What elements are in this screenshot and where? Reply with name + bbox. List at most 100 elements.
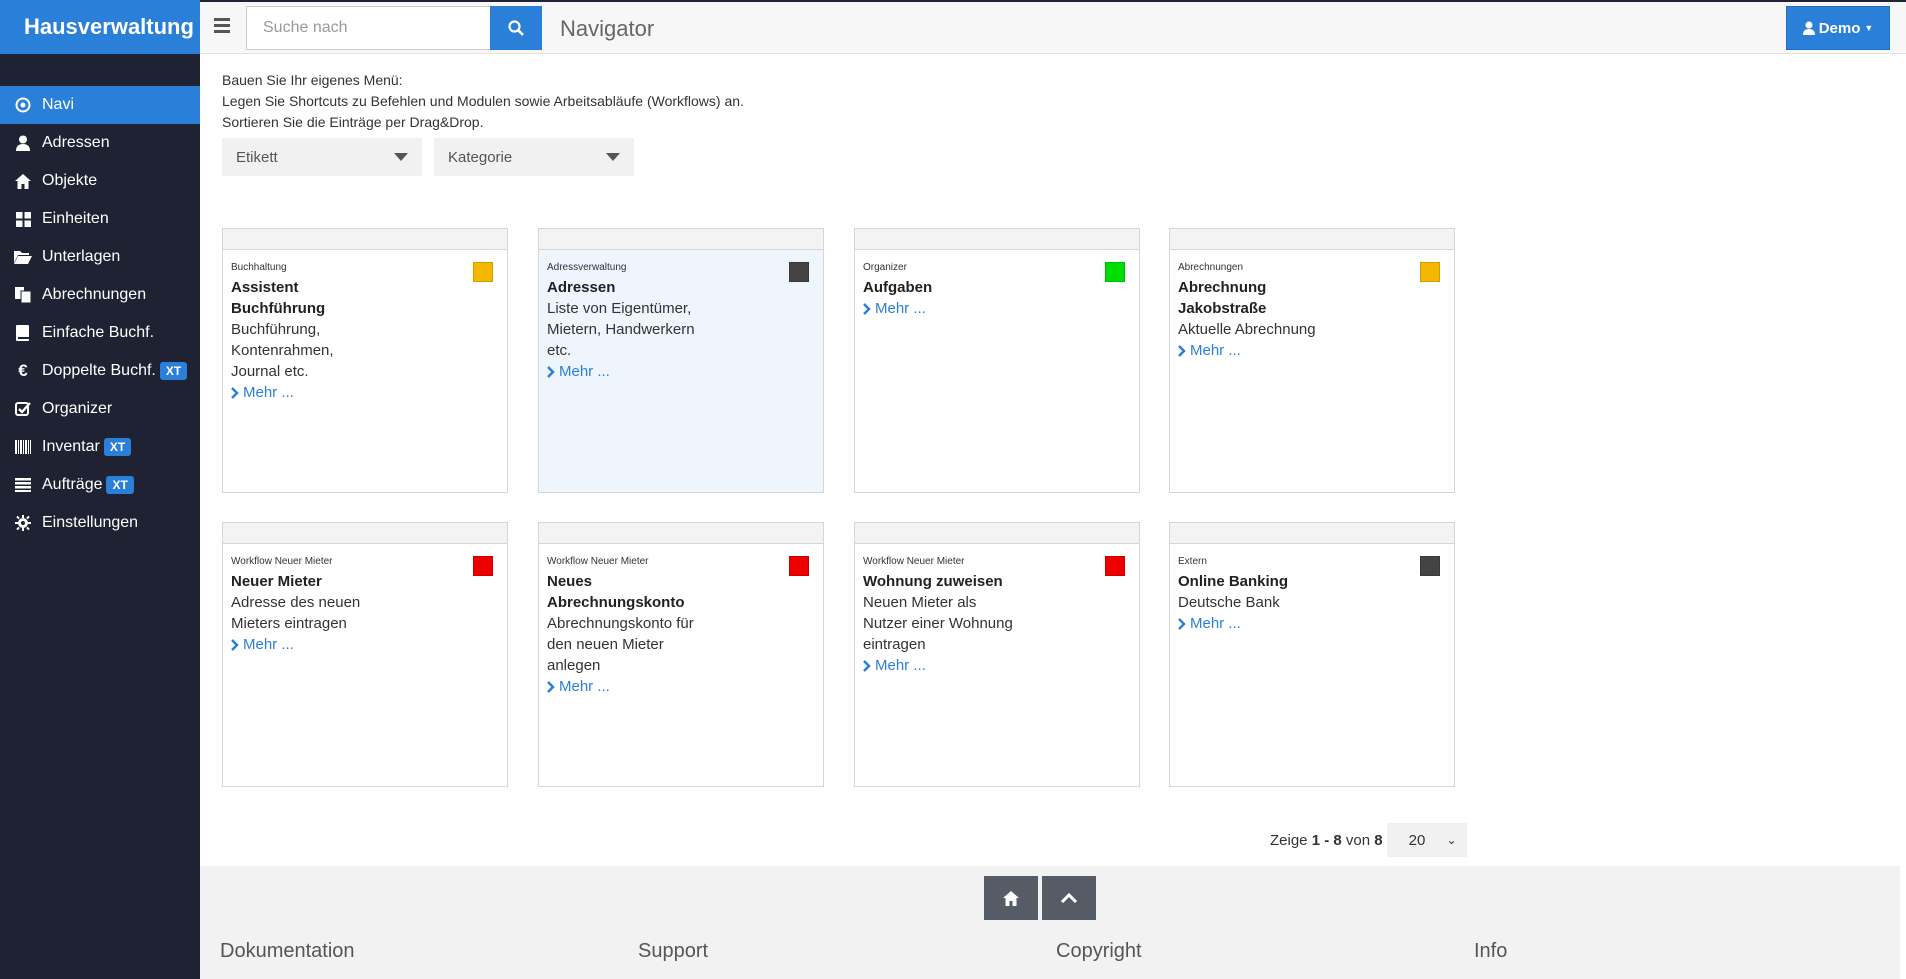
card-description: Buchführung, Kontenrahmen, Journal etc. bbox=[231, 321, 334, 380]
navigator-card[interactable]: Workflow Neuer Mieter Neuer Mieter Adresse… bbox=[222, 522, 508, 787]
intro-line: Legen Sie Shortcuts zu Befehlen und Modu… bbox=[222, 93, 744, 109]
sidebar-item-einstellungen[interactable]: Einstellungen bbox=[0, 504, 200, 542]
chevron-right-icon bbox=[1178, 344, 1186, 357]
card-description: Deutsche Bank bbox=[1178, 594, 1280, 611]
scroll-top-button[interactable] bbox=[1042, 876, 1096, 920]
card-drag-handle[interactable] bbox=[855, 523, 1139, 544]
card-body: Workflow Neuer Mieter Wohnung zuweisen Neu… bbox=[855, 544, 1139, 676]
card-title[interactable]: Online Banking bbox=[1178, 571, 1328, 592]
sidebar-item-unterlagen[interactable]: Unterlagen bbox=[0, 238, 200, 276]
card-description: Abrechnungskonto für den neuen Mieter an… bbox=[547, 615, 694, 674]
card-more-link[interactable]: Mehr ... bbox=[863, 298, 1131, 319]
navigator-card[interactable]: Extern Online Banking Deutsche Bank Mehr ..… bbox=[1169, 522, 1455, 787]
card-more-link[interactable]: Mehr ... bbox=[231, 382, 499, 403]
sidebar-item-doppelte-buchf[interactable]: € Doppelte Buchf. XT bbox=[0, 352, 200, 390]
card-title[interactable]: Neuer Mieter bbox=[231, 571, 381, 592]
card-category: Abrechnungen bbox=[1178, 262, 1244, 273]
card-category: Buchhaltung bbox=[231, 262, 287, 273]
navigator-card[interactable]: Organizer Aufgaben Mehr ... bbox=[854, 228, 1140, 493]
more-label: Mehr ... bbox=[243, 384, 294, 401]
chevron-right-icon bbox=[231, 386, 239, 399]
kategorie-dropdown[interactable]: Kategorie bbox=[434, 138, 634, 176]
barcode-icon bbox=[14, 438, 32, 456]
card-body: Adressverwaltung Adressen Liste von Eigent… bbox=[539, 250, 823, 382]
sidebar-item-einfache-buchf[interactable]: Einfache Buchf. bbox=[0, 314, 200, 352]
card-drag-handle[interactable] bbox=[223, 523, 507, 544]
card-drag-handle[interactable] bbox=[539, 523, 823, 544]
card-category: Workflow Neuer Mieter bbox=[547, 556, 649, 567]
card-drag-handle[interactable] bbox=[539, 229, 823, 250]
sidebar-item-navi[interactable]: Navi bbox=[0, 86, 200, 124]
intro-text: Bauen Sie Ihr eigenes Menü: Legen Sie Sh… bbox=[222, 70, 744, 133]
card-drag-handle[interactable] bbox=[855, 229, 1139, 250]
more-label: Mehr ... bbox=[559, 363, 610, 380]
card-category: Workflow Neuer Mieter bbox=[231, 556, 333, 567]
sidebar-item-abrechnungen[interactable]: Abrechnungen bbox=[0, 276, 200, 314]
sidebar-item-label: Abrechnungen bbox=[42, 286, 147, 303]
footer-support[interactable]: Support bbox=[638, 940, 708, 963]
more-label: Mehr ... bbox=[1190, 342, 1241, 359]
card-category: Workflow Neuer Mieter bbox=[863, 556, 965, 567]
card-color-swatch bbox=[1105, 556, 1125, 576]
card-color-swatch bbox=[473, 556, 493, 576]
sidebar-item-inventar[interactable]: Inventar XT bbox=[0, 428, 200, 466]
user-menu-button[interactable]: Demo ▼ bbox=[1786, 6, 1890, 50]
pager-from: 1 bbox=[1311, 831, 1321, 849]
sidebar-item-auftraege[interactable]: Aufträge XT bbox=[0, 466, 200, 504]
target-icon bbox=[14, 96, 32, 114]
card-title[interactable]: Adressen bbox=[547, 277, 697, 298]
sidebar-item-label: Einfache Buchf. bbox=[42, 324, 155, 341]
card-drag-handle[interactable] bbox=[223, 229, 507, 250]
footer-dokumentation[interactable]: Dokumentation bbox=[220, 940, 355, 963]
sidebar-item-objekte[interactable]: Objekte bbox=[0, 162, 200, 200]
pager-of: von bbox=[1345, 831, 1371, 849]
card-category: Extern bbox=[1178, 556, 1207, 567]
app-title[interactable]: Hausverwaltung bbox=[0, 0, 200, 54]
page-size-select[interactable]: 20 ⌄ bbox=[1386, 823, 1467, 857]
card-more-link[interactable]: Mehr ... bbox=[863, 655, 1131, 676]
card-more-link[interactable]: Mehr ... bbox=[547, 361, 815, 382]
card-description: Neuen Mieter als Nutzer einer Wohnung ei… bbox=[863, 594, 1013, 653]
search-button[interactable] bbox=[490, 6, 542, 50]
navigator-card[interactable]: Workflow Neuer Mieter Wohnung zuweisen Neu… bbox=[854, 522, 1140, 787]
intro-line: Bauen Sie Ihr eigenes Menü: bbox=[222, 72, 403, 88]
card-title[interactable]: Aufgaben bbox=[863, 277, 1013, 298]
card-body: Workflow Neuer Mieter Neues Abrechnungsko… bbox=[539, 544, 823, 697]
card-more-link[interactable]: Mehr ... bbox=[1178, 613, 1446, 634]
card-category: Organizer bbox=[863, 262, 907, 273]
card-color-swatch bbox=[1420, 262, 1440, 282]
card-title[interactable]: Neues Abrechnungskonto bbox=[547, 571, 697, 613]
card-more-link[interactable]: Mehr ... bbox=[231, 634, 499, 655]
card-title[interactable]: Assistent Buchführung bbox=[231, 277, 381, 319]
chevron-right-icon bbox=[547, 365, 555, 378]
navigator-card[interactable]: Adressverwaltung Adressen Liste von Eigent… bbox=[538, 228, 824, 493]
sidebar-item-label: Inventar bbox=[42, 438, 100, 455]
euro-icon: € bbox=[18, 361, 28, 380]
documents-icon bbox=[14, 286, 32, 304]
grid-icon bbox=[14, 210, 32, 228]
home-button[interactable] bbox=[984, 876, 1038, 920]
footer-info[interactable]: Info bbox=[1474, 940, 1507, 963]
navigator-card[interactable]: Abrechnungen Abrechnung Jakobstraße Aktuel… bbox=[1169, 228, 1455, 493]
sidebar-item-einheiten[interactable]: Einheiten bbox=[0, 200, 200, 238]
card-more-link[interactable]: Mehr ... bbox=[1178, 340, 1446, 361]
more-label: Mehr ... bbox=[559, 678, 610, 695]
card-drag-handle[interactable] bbox=[1170, 523, 1454, 544]
menu-toggle-icon[interactable] bbox=[214, 18, 230, 34]
card-drag-handle[interactable] bbox=[1170, 229, 1454, 250]
navigator-card[interactable]: Buchhaltung Assistent Buchführung Buchführ… bbox=[222, 228, 508, 493]
book-icon bbox=[14, 324, 32, 342]
footer-copyright[interactable]: Copyright bbox=[1056, 940, 1142, 963]
sidebar-item-adressen[interactable]: Adressen bbox=[0, 124, 200, 162]
card-title[interactable]: Abrechnung Jakobstraße bbox=[1178, 277, 1328, 319]
sidebar-item-label: Navi bbox=[42, 96, 75, 113]
card-title[interactable]: Wohnung zuweisen bbox=[863, 571, 1013, 592]
card-description: Adresse des neuen Mieters eintragen bbox=[231, 594, 361, 632]
sidebar-item-organizer[interactable]: Organizer bbox=[0, 390, 200, 428]
folder-open-icon bbox=[14, 248, 32, 266]
etikett-dropdown[interactable]: Etikett bbox=[222, 138, 422, 176]
navigator-card[interactable]: Workflow Neuer Mieter Neues Abrechnungsko… bbox=[538, 522, 824, 787]
card-more-link[interactable]: Mehr ... bbox=[547, 676, 815, 697]
sidebar-item-label: Organizer bbox=[42, 400, 113, 417]
search-input[interactable]: Suche nach bbox=[246, 6, 492, 50]
